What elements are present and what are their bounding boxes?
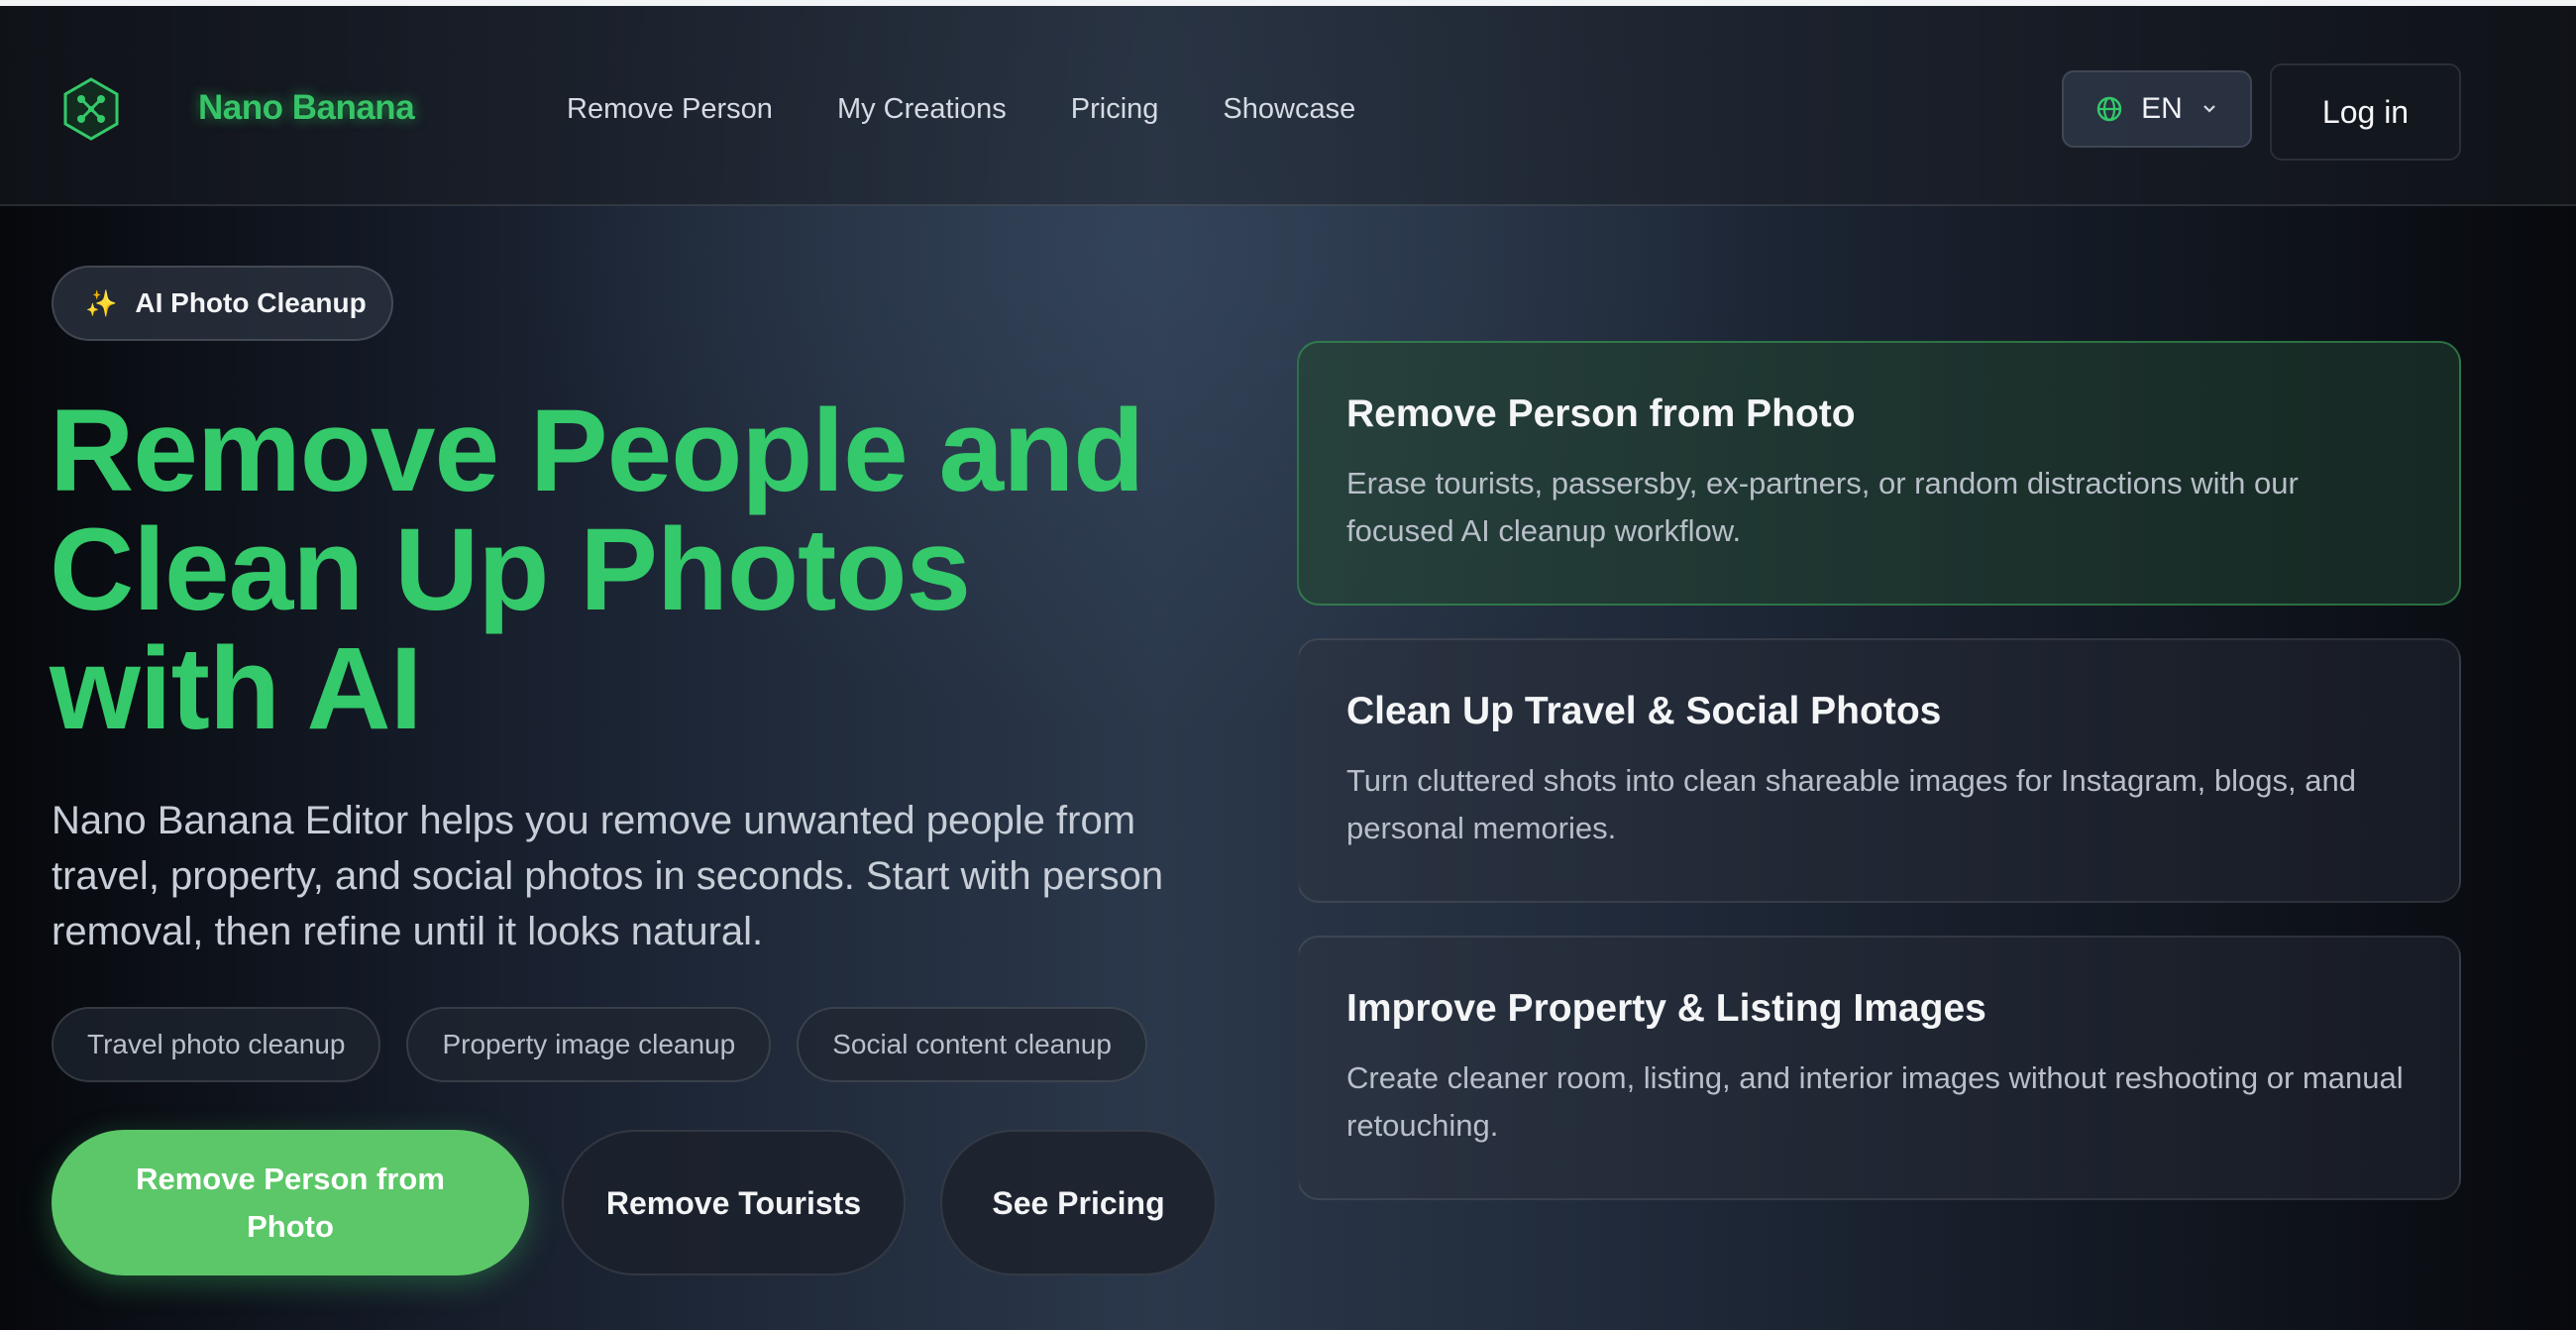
login-button[interactable]: Log in <box>2270 63 2461 161</box>
language-label: EN <box>2141 92 2183 125</box>
headline-line-2: Clean Up Photos <box>50 504 971 635</box>
sparkles-icon: ✨ <box>85 287 118 318</box>
feature-card-travel-social[interactable]: Clean Up Travel & Social Photos Turn clu… <box>1297 638 2461 903</box>
remove-tourists-button[interactable]: Remove Tourists <box>562 1130 906 1275</box>
nav-my-creations[interactable]: My Creations <box>837 93 1007 126</box>
use-case-tags: Travel photo cleanup Property image clea… <box>52 1007 1147 1082</box>
hexagon-network-icon[interactable] <box>57 75 125 143</box>
tag-property: Property image cleanup <box>406 1007 772 1082</box>
tag-travel: Travel photo cleanup <box>52 1007 381 1082</box>
nav-remove-person[interactable]: Remove Person <box>567 93 773 126</box>
main-nav: Remove Person My Creations Pricing Showc… <box>567 93 1355 126</box>
feature-card-property[interactable]: Improve Property & Listing Images Create… <box>1297 936 2461 1200</box>
nav-showcase[interactable]: Showcase <box>1223 93 1355 126</box>
remove-person-button[interactable]: Remove Person from Photo <box>52 1130 529 1275</box>
tag-social: Social content cleanup <box>797 1007 1147 1082</box>
headline-line-1: Remove People and <box>50 386 1144 516</box>
brand-name[interactable]: Nano Banana <box>198 88 415 128</box>
site-header: Nano Banana Remove Person My Creations P… <box>0 6 2576 206</box>
feature-description: Turn cluttered shots into clean shareabl… <box>1346 763 2356 845</box>
hero-headline: Remove People and Clean Up Photos with A… <box>50 391 1288 748</box>
feature-card-remove-person[interactable]: Remove Person from Photo Erase tourists,… <box>1297 341 2461 606</box>
feature-title: Clean Up Travel & Social Photos <box>1346 690 1942 732</box>
globe-icon <box>2096 96 2122 122</box>
badge-label: AI Photo Cleanup <box>135 287 367 318</box>
feature-description: Erase tourists, passersby, ex-partners, … <box>1346 466 2299 548</box>
nav-pricing[interactable]: Pricing <box>1071 93 1159 126</box>
feature-title: Improve Property & Listing Images <box>1346 987 1986 1030</box>
feature-description: Create cleaner room, listing, and interi… <box>1346 1060 2404 1143</box>
headline-line-3: with AI <box>50 623 422 754</box>
feature-title: Remove Person from Photo <box>1346 392 1856 435</box>
see-pricing-button[interactable]: See Pricing <box>940 1130 1217 1275</box>
language-selector[interactable]: EN <box>2062 70 2252 148</box>
chevron-down-icon <box>2203 105 2215 113</box>
hero-subtext: Nano Banana Editor helps you remove unwa… <box>52 799 1164 953</box>
ai-photo-cleanup-badge: ✨ AI Photo Cleanup <box>52 266 393 341</box>
